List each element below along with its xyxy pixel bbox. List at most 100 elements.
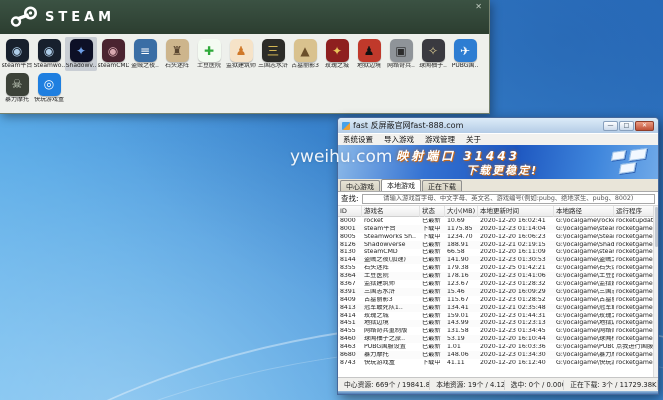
desktop-icon[interactable]: ✦ 玫瑰之城: [321, 37, 353, 71]
cell: 8451: [338, 320, 362, 326]
desktop-icon[interactable]: ✈ PUBG国..: [449, 37, 481, 71]
cell: rocketgame.exe: [614, 289, 654, 295]
thief-night-icon: ≡: [134, 39, 157, 62]
tab-1[interactable]: 本地游戏: [381, 179, 421, 191]
cell: rocketgame.exe: [614, 281, 654, 287]
fast-window: fast 反屏蔽官网fast-888.com —□✕ 系统设置导入游戏游戏管理关…: [337, 117, 659, 395]
table-row[interactable]: 8455网络奇兵重制版已最新131.582020-12-23 01:34:45G…: [338, 327, 658, 335]
table-row[interactable]: 8001steam平台下载中1175.852020-12-23 01:14:04…: [338, 225, 658, 233]
table-row[interactable]: 8414玫瑰之城已最新159.012020-12-23 01:44:31G:\l…: [338, 312, 658, 320]
cell: 已最新: [420, 257, 445, 263]
table-row[interactable]: 8743快玩游戏盒下载中41.112020-12-20 16:12:40G:\l…: [338, 359, 658, 367]
desktop-icon[interactable]: ♜ 石头迷阵: [161, 37, 193, 71]
table-row[interactable]: 8413冠军敢死队1..已最新134.412020-12-21 02:35:48…: [338, 304, 658, 312]
cell: 8680: [338, 352, 362, 358]
cell: 15.46: [445, 289, 478, 295]
table-row[interactable]: 8367监狱建筑师已最新123.672020-12-23 01:28:32G:\…: [338, 280, 658, 288]
table-row[interactable]: 8460球闻柚子之旅..已最新53.192020-12-20 16:10:44G…: [338, 335, 658, 343]
cell: 2020-12-20 16:03:36: [478, 344, 554, 350]
table-row[interactable]: 8451地狱边境已最新143.992020-12-23 01:23:13G:\l…: [338, 320, 658, 328]
column-header-4[interactable]: 本地更新时间: [478, 206, 554, 217]
table-row[interactable]: 8130steamCMD已最新66.582020-12-20 16:11:09G…: [338, 249, 658, 257]
cell: 8126: [338, 242, 362, 248]
cell: 131.58: [445, 328, 478, 334]
desktop-icon[interactable]: ◉ Steamwo..: [33, 37, 65, 71]
tab-bar: 中心游戏本地游戏正在下载: [338, 179, 658, 192]
desktop-icon[interactable]: ✧ 球闻柚子..: [417, 37, 449, 71]
menu-item-3[interactable]: 关于: [466, 134, 481, 145]
close-button[interactable]: ✕: [635, 121, 654, 131]
desktop-icon[interactable]: ♟ 地狱边境: [353, 37, 385, 71]
cell: G:\localgame\盗贼之夜(加速)\: [554, 257, 614, 263]
icon-label: 石头迷阵: [165, 63, 189, 70]
minimize-button[interactable]: —: [603, 121, 618, 131]
table-row[interactable]: 8355石头迷阵已最新179.382020-12-25 01:42:21G:\l…: [338, 264, 658, 272]
cell: 8460: [338, 336, 362, 342]
table-scrollbar[interactable]: [653, 206, 658, 377]
table-row[interactable]: 8144盗贼之夜(加速)已最新141.902020-12-23 01:30:53…: [338, 256, 658, 264]
cell: 已最新: [420, 305, 445, 311]
icon-label: 球闻柚子..: [419, 63, 447, 70]
cell: rocketgame.exe: [614, 257, 654, 263]
menu-item-2[interactable]: 游戏管理: [425, 134, 455, 145]
cell: 点我进行国服..: [614, 344, 654, 350]
table-row[interactable]: 8000rocket已最新10.692020-12-20 16:02:41G:\…: [338, 217, 658, 225]
tab-0[interactable]: 中心游戏: [340, 180, 380, 191]
cell: 2020-12-23 01:34:45: [478, 328, 554, 334]
menu-item-0[interactable]: 系统设置: [343, 134, 373, 145]
column-header-6[interactable]: 运行程序: [614, 206, 654, 217]
cell: G:\localgame\steam平台\: [554, 226, 614, 232]
cell: rocketgame.exe: [614, 242, 654, 248]
desktop-icon[interactable]: ♟ 监狱建筑师: [225, 37, 257, 71]
scrollbar-thumb[interactable]: [655, 207, 658, 247]
cell: 已最新: [420, 297, 445, 303]
column-header-1[interactable]: 游戏名: [362, 206, 420, 217]
table-row[interactable]: 8463PUBG国服设置已最新1.012020-12-20 16:03:36G:…: [338, 343, 658, 351]
column-header-5[interactable]: 本地路径: [554, 206, 614, 217]
search-input[interactable]: [362, 194, 655, 204]
icon-label: 快玩游戏盒: [34, 97, 64, 104]
cell: rocketgame.exe: [614, 352, 654, 358]
table-row[interactable]: 8680暴力摩托已最新148.062020-12-23 01:34:30G:\l…: [338, 351, 658, 359]
desktop-icon[interactable]: ◎ 快玩游戏盒: [33, 71, 65, 105]
desktop-icon[interactable]: ◉ steam平台: [1, 37, 33, 71]
cell: 123.67: [445, 281, 478, 287]
cell: 8463: [338, 344, 362, 350]
steam-window-titlebar[interactable]: STEAM ✕: [0, 0, 489, 34]
column-header-0[interactable]: ID: [338, 206, 362, 217]
status-segment-1: 本地资源: 19个 / 4.12G: [430, 380, 504, 390]
table-row[interactable]: 8409古墓丽影3已最新115.672020-12-23 01:28:52G:\…: [338, 296, 658, 304]
tab-2[interactable]: 正在下载: [422, 180, 462, 191]
table-header-row: ID游戏名状态大小(MB)本地更新时间本地路径运行程序: [338, 206, 658, 217]
fast-window-titlebar[interactable]: fast 反屏蔽官网fast-888.com —□✕: [338, 118, 658, 133]
cell: rocketgame.exe: [614, 265, 654, 271]
column-header-2[interactable]: 状态: [420, 206, 445, 217]
desktop-icon[interactable]: 三 三国志水浒: [257, 37, 289, 71]
cell: rocketgame.exe: [614, 336, 654, 342]
table-row[interactable]: 8391三国志水浒已最新15.462020-12-20 16:09:29G:\l…: [338, 288, 658, 296]
desktop-icon[interactable]: ☠ 暴力摩托: [1, 71, 33, 105]
desktop-icon[interactable]: ▣ 网络奇兵..: [385, 37, 417, 71]
cell: G:\localgame\Shadowverse\: [554, 242, 614, 248]
column-header-3[interactable]: 大小(MB): [445, 206, 478, 217]
menu-item-1[interactable]: 导入游戏: [384, 134, 414, 145]
desktop-icon[interactable]: ◉ steamCMD: [97, 37, 129, 71]
steam-window-title: STEAM: [45, 10, 115, 25]
cell: 53.19: [445, 336, 478, 342]
icon-label: 网络奇兵..: [387, 63, 415, 70]
desktop-icon[interactable]: ✦ Shadowv..: [65, 37, 97, 71]
desktop-icon[interactable]: ✚ 土豆医院: [193, 37, 225, 71]
cell: G:\localgame\冠军敢死队1..: [554, 305, 614, 311]
cell: rocketgame.exe: [614, 226, 654, 232]
desktop-icon[interactable]: ▲ 古墓丽影3: [289, 37, 321, 71]
icon-label: 土豆医院: [197, 63, 221, 70]
table-row[interactable]: 8364土豆医院已最新178.162020-12-23 01:41:06G:\l…: [338, 272, 658, 280]
cell: 1234.70: [445, 234, 478, 240]
maximize-button[interactable]: □: [619, 121, 634, 131]
steam-close-icon[interactable]: ✕: [475, 2, 482, 11]
table-row[interactable]: 8126Shadowverse已最新188.912020-12-21 02:19…: [338, 241, 658, 249]
icon-row: ◉ steam平台 ◉ Steamwo.. ✦ Shadowv.. ◉ stea…: [1, 37, 488, 71]
table-row[interactable]: 8005Steamworks Sh..下载中1234.702020-12-20 …: [338, 233, 658, 241]
desktop-icon[interactable]: ≡ 盗贼之夜..: [129, 37, 161, 71]
cell: 2020-12-23 01:41:06: [478, 273, 554, 279]
